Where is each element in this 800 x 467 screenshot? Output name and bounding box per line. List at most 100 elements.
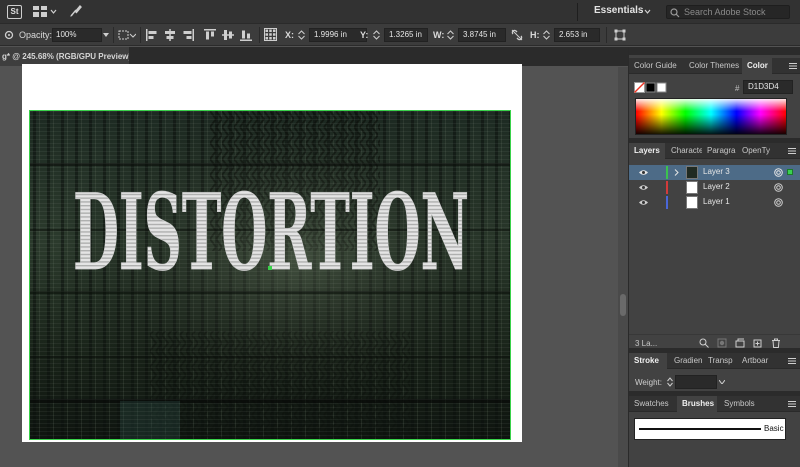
reference-point-icon[interactable] bbox=[264, 28, 277, 41]
chevron-down-icon[interactable] bbox=[103, 33, 109, 37]
align-right-icon[interactable] bbox=[182, 29, 194, 41]
new-layer-icon[interactable] bbox=[753, 338, 763, 348]
constrain-proportions-link-icon[interactable] bbox=[511, 29, 523, 41]
width-field[interactable]: 3.8745 in bbox=[458, 28, 506, 42]
tab-artboards[interactable]: Artboar bbox=[737, 353, 777, 369]
layers-count: 3 La... bbox=[635, 339, 658, 348]
tab-color-guide[interactable]: Color Guide bbox=[629, 58, 684, 74]
target-circle-icon[interactable] bbox=[774, 183, 783, 192]
delete-layer-trash-icon[interactable] bbox=[771, 338, 781, 348]
scrollbar-thumb[interactable] bbox=[620, 294, 626, 316]
transform-icon[interactable] bbox=[614, 29, 626, 41]
height-field[interactable]: 2.653 in bbox=[554, 28, 600, 42]
target-circle-icon[interactable] bbox=[774, 198, 783, 207]
separator bbox=[606, 27, 607, 43]
tab-color[interactable]: Color bbox=[742, 58, 772, 74]
stroke-panel-tabs: Stroke Gradien Transp Artboar bbox=[629, 353, 800, 369]
hex-color-field[interactable]: D1D3D4 bbox=[743, 80, 793, 94]
tab-symbols[interactable]: Symbols bbox=[719, 396, 759, 412]
panel-menu-icon[interactable] bbox=[789, 63, 797, 69]
brush-item-basic[interactable]: Basic bbox=[634, 418, 786, 440]
align-left-icon[interactable] bbox=[146, 29, 158, 41]
layers-panel-tabs: Layers Characte Paragra OpenTy bbox=[629, 143, 800, 159]
separator bbox=[113, 27, 114, 43]
x-label: X: bbox=[285, 30, 294, 40]
align-vertical-center-icon[interactable] bbox=[222, 29, 234, 41]
tab-stroke[interactable]: Stroke bbox=[629, 353, 667, 369]
visibility-eye-icon[interactable] bbox=[639, 169, 648, 176]
layer-row-layer-2[interactable]: Layer 2 bbox=[629, 180, 800, 195]
tab-color-themes[interactable]: Color Themes bbox=[684, 58, 742, 74]
color-spectrum[interactable] bbox=[635, 98, 787, 135]
panel-menu-icon[interactable] bbox=[788, 401, 796, 407]
x-position-field[interactable]: 1.9996 in bbox=[309, 28, 367, 42]
locate-object-icon[interactable] bbox=[699, 338, 709, 348]
chevron-down-icon[interactable] bbox=[644, 8, 651, 15]
application-bar: St Essentials Search Adobe Stock bbox=[0, 0, 800, 24]
new-sublayer-icon[interactable] bbox=[735, 338, 745, 348]
separator bbox=[140, 27, 141, 43]
align-to-selection-icon[interactable] bbox=[118, 29, 136, 41]
separator bbox=[259, 27, 260, 43]
tab-opentype[interactable]: OpenTy bbox=[737, 143, 773, 159]
layer-color-indicator bbox=[666, 166, 668, 179]
layer-name[interactable]: Layer 2 bbox=[703, 182, 730, 191]
placed-image[interactable]: DISTORTION bbox=[29, 110, 511, 440]
layer-row-layer-1[interactable]: Layer 1 bbox=[629, 195, 800, 210]
panel-menu-icon[interactable] bbox=[788, 148, 796, 154]
width-label: W: bbox=[433, 30, 445, 40]
height-label: H: bbox=[530, 30, 540, 40]
tab-layers[interactable]: Layers bbox=[629, 143, 665, 159]
stock-search-field[interactable]: Search Adobe Stock bbox=[666, 5, 790, 19]
tab-swatches[interactable]: Swatches bbox=[629, 396, 675, 412]
tab-paragraph[interactable]: Paragra bbox=[702, 143, 737, 159]
y-stepper-icon[interactable] bbox=[373, 30, 380, 40]
stock-logo[interactable]: St bbox=[7, 5, 22, 19]
width-stepper-icon[interactable] bbox=[447, 30, 454, 40]
layer-row-layer-3[interactable]: Layer 3 bbox=[629, 165, 800, 180]
height-stepper-icon[interactable] bbox=[543, 30, 550, 40]
make-clipping-mask-icon[interactable] bbox=[717, 338, 727, 348]
panel-grip[interactable] bbox=[629, 47, 800, 55]
chevron-down-icon[interactable] bbox=[50, 8, 57, 15]
arrange-documents-icon[interactable] bbox=[33, 6, 47, 17]
layer-name[interactable]: Layer 1 bbox=[703, 197, 730, 206]
stroke-weight-field[interactable] bbox=[675, 375, 717, 389]
opacity-label: Opacity: bbox=[19, 30, 53, 40]
layer-name[interactable]: Layer 3 bbox=[703, 167, 730, 176]
distortion-artwork-text[interactable]: DISTORTION bbox=[73, 171, 470, 295]
tab-transparency[interactable]: Transp bbox=[703, 353, 737, 369]
tab-character[interactable]: Characte bbox=[666, 143, 702, 159]
options-gear-icon[interactable] bbox=[4, 30, 14, 40]
weight-label: Weight: bbox=[635, 378, 662, 387]
panel-menu-icon[interactable] bbox=[788, 358, 796, 364]
vertical-scrollbar[interactable] bbox=[618, 67, 628, 467]
control-bar: Opacity: 100% X: 1.9996 in Y: 1.3265 in … bbox=[0, 24, 800, 46]
tab-brushes[interactable]: Brushes bbox=[677, 396, 717, 412]
opacity-field[interactable]: 100% bbox=[52, 28, 102, 42]
tab-gradient[interactable]: Gradien bbox=[669, 353, 703, 369]
hex-hash-label: # bbox=[735, 84, 740, 93]
align-horizontal-center-icon[interactable] bbox=[164, 29, 176, 41]
layer-color-indicator bbox=[666, 196, 668, 209]
color-panel-tabs: Color Guide Color Themes Color bbox=[629, 58, 800, 74]
target-circle-icon[interactable] bbox=[774, 168, 783, 177]
forest-photo: DISTORTION bbox=[30, 111, 510, 439]
chevron-down-icon[interactable] bbox=[719, 380, 725, 384]
y-position-field[interactable]: 1.3265 in bbox=[384, 28, 428, 42]
align-bottom-icon[interactable] bbox=[240, 29, 252, 41]
gpu-performance-icon[interactable] bbox=[69, 4, 82, 18]
workspace-switcher[interactable]: Essentials bbox=[594, 5, 643, 16]
fill-stroke-swatches[interactable] bbox=[634, 82, 670, 94]
expand-arrow-icon[interactable] bbox=[674, 169, 679, 176]
center-point-marker bbox=[268, 266, 272, 270]
separator bbox=[577, 3, 578, 21]
visibility-eye-icon[interactable] bbox=[639, 184, 648, 191]
brush-name: Basic bbox=[764, 424, 784, 433]
visibility-eye-icon[interactable] bbox=[639, 199, 648, 206]
selection-indicator[interactable] bbox=[787, 169, 793, 175]
layer-color-indicator bbox=[666, 181, 668, 194]
x-stepper-icon[interactable] bbox=[298, 30, 305, 40]
align-top-icon[interactable] bbox=[204, 29, 216, 41]
weight-stepper-icon[interactable] bbox=[667, 377, 673, 387]
